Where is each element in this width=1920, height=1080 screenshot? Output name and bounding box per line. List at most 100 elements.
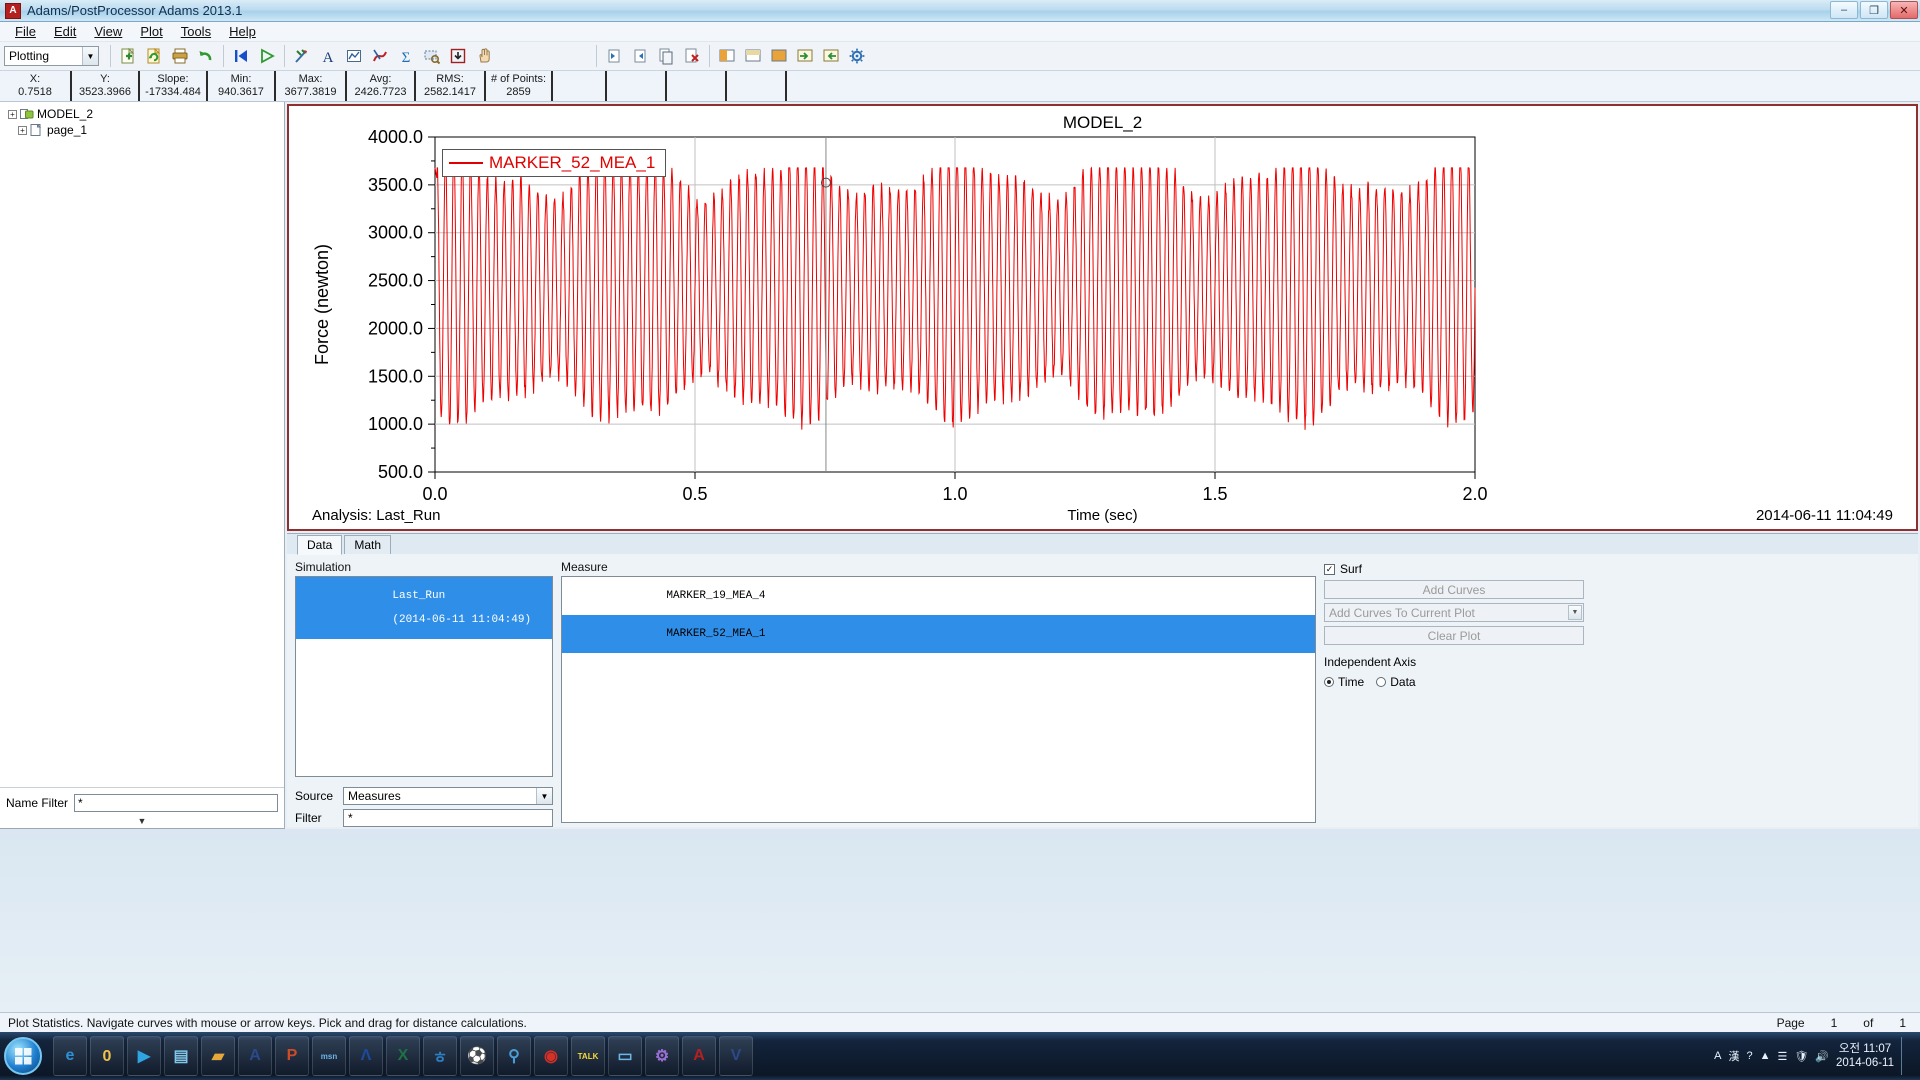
alpha-icon-glyph: Λ xyxy=(361,1047,372,1065)
clear-plot-icon[interactable] xyxy=(290,44,314,68)
powerpoint-icon[interactable]: P xyxy=(275,1036,309,1076)
copy-page-icon[interactable] xyxy=(654,44,678,68)
menu-help[interactable]: Help xyxy=(220,23,265,40)
internet-explorer-icon[interactable]: e xyxy=(53,1036,87,1076)
filter-label: Filter xyxy=(295,811,337,825)
name-filter-input[interactable]: * xyxy=(74,794,278,812)
radio-data[interactable] xyxy=(1376,677,1386,687)
filter-input[interactable]: * xyxy=(343,809,553,827)
tray-ime-icon[interactable]: 漢 xyxy=(1728,1048,1739,1064)
volume-icon[interactable]: 🔊 xyxy=(1815,1050,1829,1063)
menu-view[interactable]: View xyxy=(85,23,131,40)
menu-plot[interactable]: Plot xyxy=(131,23,171,40)
list-item[interactable]: MARKER_19_MEA_4 xyxy=(562,577,1315,615)
print-icon[interactable] xyxy=(168,44,192,68)
simulation-list[interactable]: Last_Run (2014-06-11 11:04:49) xyxy=(295,576,553,777)
file-explorer-icon[interactable]: ὜0 xyxy=(90,1036,124,1076)
tray-indicator-a[interactable]: A xyxy=(1714,1050,1721,1062)
network-icon[interactable]: ☰ xyxy=(1777,1050,1787,1063)
stat-y-label: Y: xyxy=(100,73,110,86)
start-button[interactable] xyxy=(4,1037,42,1075)
add-curves-to-current-plot-select[interactable]: Add Curves To Current Plot ▼ xyxy=(1324,603,1584,622)
adams-view2-icon[interactable]: V xyxy=(719,1036,753,1076)
tree-node-page[interactable]: + page_1 xyxy=(4,122,284,138)
next-page-icon[interactable] xyxy=(628,44,652,68)
zoom-select-icon[interactable] xyxy=(420,44,444,68)
play-icon[interactable] xyxy=(255,44,279,68)
folder-icon[interactable]: ▰ xyxy=(201,1036,235,1076)
layout1-icon[interactable] xyxy=(715,44,739,68)
text-icon[interactable]: A xyxy=(316,44,340,68)
tab-data[interactable]: Data xyxy=(297,535,342,555)
shield-icon[interactable]: 🛡 xyxy=(1794,1050,1808,1063)
soccer-icon[interactable]: ⚽ xyxy=(460,1036,494,1076)
clear-plot-button[interactable]: Clear Plot xyxy=(1324,626,1584,645)
measure-list[interactable]: MARKER_19_MEA_4 MARKER_52_MEA_1 xyxy=(561,576,1316,823)
prev-page-icon[interactable] xyxy=(602,44,626,68)
list-item[interactable]: Last_Run (2014-06-11 11:04:49) xyxy=(296,577,552,639)
save-icon[interactable] xyxy=(819,44,843,68)
surf-checkbox[interactable]: ✓ xyxy=(1324,564,1335,575)
source-select[interactable]: Measures ▼ xyxy=(343,787,553,805)
chevron-down-icon[interactable]: ▼ xyxy=(82,47,98,65)
kakaotalk-icon[interactable]: TALK xyxy=(571,1036,605,1076)
reload-icon[interactable] xyxy=(142,44,166,68)
tree-node-model[interactable]: + MODEL_2 xyxy=(4,106,284,122)
minimize-button[interactable]: – xyxy=(1830,1,1858,19)
chrome-icon[interactable]: ◉ xyxy=(534,1036,568,1076)
magnifier-icon[interactable]: ⚲ xyxy=(497,1036,531,1076)
gear-app-icon[interactable]: ⚙ xyxy=(645,1036,679,1076)
chart-legend[interactable]: MARKER_52_MEA_1 xyxy=(442,149,666,177)
sigma-icon[interactable]: Σ xyxy=(394,44,418,68)
expander-icon[interactable]: + xyxy=(18,126,27,135)
toolbar-group-layout xyxy=(715,44,869,68)
chevron-down-icon[interactable]: ▼ xyxy=(536,788,552,804)
menu-edit[interactable]: Edit xyxy=(45,23,85,40)
msn-icon[interactable]: msn xyxy=(312,1036,346,1076)
help-icon[interactable]: ? xyxy=(1746,1050,1752,1062)
chevron-down-icon[interactable]: ▼ xyxy=(1568,605,1582,620)
new-page-icon[interactable] xyxy=(116,44,140,68)
tab-math[interactable]: Math xyxy=(344,535,391,554)
plot-canvas[interactable]: MODEL_2 500.0 1000.0 1500.0 2000.0 2500.0 300… xyxy=(290,107,1915,528)
axis-icon[interactable] xyxy=(342,44,366,68)
show-desktop-button[interactable] xyxy=(1901,1037,1910,1075)
mode-select[interactable]: Plotting ▼ xyxy=(4,46,99,66)
close-button[interactable]: ✕ xyxy=(1890,1,1918,19)
adams-view-icon[interactable]: A xyxy=(238,1036,272,1076)
list-item[interactable]: MARKER_52_MEA_1 xyxy=(562,615,1315,653)
hancom-icon[interactable]: ㅎ xyxy=(423,1036,457,1076)
chevron-up-icon[interactable]: ▲ xyxy=(1760,1050,1771,1062)
pan-icon[interactable] xyxy=(472,44,496,68)
menu-file[interactable]: File xyxy=(6,23,45,40)
plot-container[interactable]: MODEL_2 500.0 1000.0 1500.0 2000.0 2500.0 300… xyxy=(287,104,1918,531)
svg-text:1000.0: 1000.0 xyxy=(368,414,423,434)
curve-icon[interactable] xyxy=(368,44,392,68)
alpha-icon[interactable]: Λ xyxy=(349,1036,383,1076)
menu-tools[interactable]: Tools xyxy=(172,23,220,40)
undo-icon[interactable] xyxy=(194,44,218,68)
stat-max: Max: 3677.3819 xyxy=(276,71,347,101)
surf-row[interactable]: ✓ Surf xyxy=(1324,562,1584,576)
menu-tools-label: Tools xyxy=(181,24,211,39)
layout3-icon[interactable] xyxy=(767,44,791,68)
filter-expand-arrow[interactable]: ▼ xyxy=(0,816,284,829)
radio-time[interactable] xyxy=(1324,677,1334,687)
notepad-icon[interactable]: ▤ xyxy=(164,1036,198,1076)
excel-icon[interactable]: X xyxy=(386,1036,420,1076)
fit-icon[interactable] xyxy=(446,44,470,68)
first-frame-icon[interactable] xyxy=(229,44,253,68)
expander-icon[interactable]: + xyxy=(8,110,17,119)
magnifier-icon-glyph: ⚲ xyxy=(508,1046,520,1066)
maximize-button[interactable]: ❐ xyxy=(1860,1,1888,19)
media-player-icon[interactable]: ▶ xyxy=(127,1036,161,1076)
delete-page-icon[interactable] xyxy=(680,44,704,68)
add-curves-button[interactable]: Add Curves xyxy=(1324,580,1584,599)
layout2-icon[interactable] xyxy=(741,44,765,68)
stat-empty-1 xyxy=(553,71,607,101)
clock[interactable]: 오전 11:07 2014-06-11 xyxy=(1836,1042,1894,1071)
notes-icon[interactable]: ▭ xyxy=(608,1036,642,1076)
adams-postprocessor-icon[interactable]: A xyxy=(682,1036,716,1076)
settings-icon[interactable] xyxy=(845,44,869,68)
load-icon[interactable] xyxy=(793,44,817,68)
